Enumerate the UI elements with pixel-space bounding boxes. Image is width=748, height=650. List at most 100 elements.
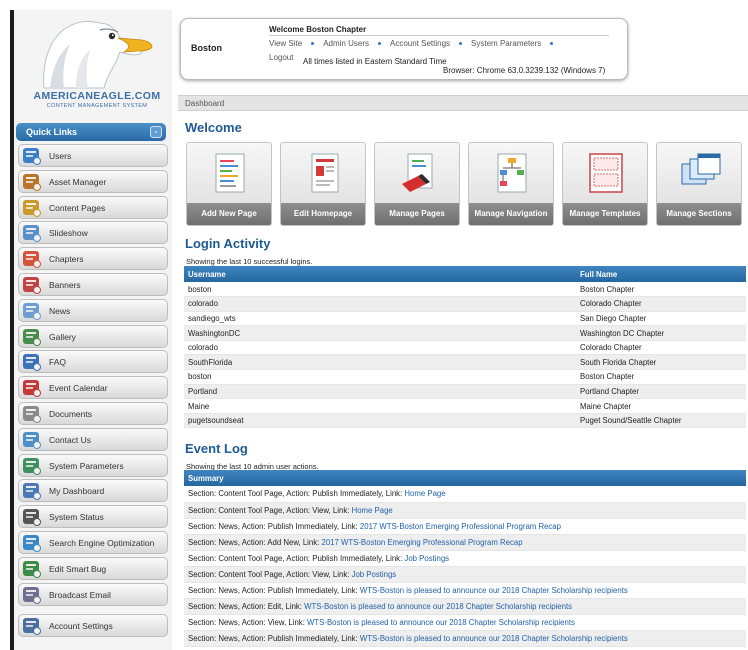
quick-link-asset-manager[interactable]: Asset Manager: [18, 169, 168, 193]
full-name-cell: Maine Chapter: [576, 398, 746, 414]
quick-link-news[interactable]: News: [18, 298, 168, 322]
eagle-logo-icon: [43, 20, 153, 89]
summary-cell: Section: News, Action: View, Link: WTS-B…: [184, 614, 746, 632]
quick-link-label: Edit Smart Bug: [49, 563, 107, 574]
username-cell: sandiego_wts: [184, 311, 576, 327]
summary-cell: Section: News, Action: Add New, Link: 20…: [184, 534, 746, 551]
brand-logo[interactable]: AMERICANEAGLE.COM CONTENT MANAGEMENT SYS…: [14, 10, 172, 110]
quick-link-label: Banners: [49, 279, 81, 290]
quick-link-label: Broadcast Email: [49, 589, 111, 600]
gallery-icon: [23, 328, 41, 346]
quick-link-label: Users: [49, 151, 72, 161]
welcome-message: Welcome Boston Chapter: [269, 25, 367, 34]
collapse-icon[interactable]: -: [150, 126, 162, 138]
event-link[interactable]: Job Postings: [352, 570, 397, 579]
quick-link-banners[interactable]: Banners: [18, 272, 168, 296]
table-row: Section: News, Action: Publish Immediate…: [184, 518, 746, 535]
table-row: Section: Content Tool Page, Action: View…: [184, 566, 746, 584]
full-name-cell: South Florida Chapter: [576, 354, 746, 371]
username-column-header[interactable]: Username: [184, 266, 576, 282]
event-summary-text: Section: News, Action: Publish Immediate…: [188, 521, 360, 531]
add-new-page-tile[interactable]: Add New Page: [186, 142, 272, 226]
manage-pages-tile[interactable]: Manage Pages: [374, 142, 460, 226]
table-row: boston Boston Chapter: [184, 282, 746, 298]
welcome-title: Welcome: [185, 120, 242, 135]
quick-link-documents[interactable]: Documents: [18, 401, 168, 425]
quick-link-search-engine-optimization[interactable]: Search Engine Optimization: [18, 530, 168, 554]
full-name-cell: Portland Chapter: [576, 384, 746, 400]
quick-links-header[interactable]: Quick Links -: [16, 123, 166, 141]
summary-column-header: Summary: [184, 470, 746, 486]
event-link[interactable]: WTS-Boston is pleased to announce our 20…: [360, 586, 628, 595]
add-page-icon: [215, 153, 245, 193]
quick-link-system-status[interactable]: System Status: [18, 505, 168, 529]
breadcrumb-dashboard[interactable]: Dashboard: [185, 99, 224, 108]
edit-homepage-tile[interactable]: Edit Homepage: [280, 142, 366, 226]
tile-label: Edit Homepage: [281, 203, 365, 225]
event-link[interactable]: Home Page: [404, 489, 445, 498]
quick-link-label: Asset Manager: [49, 176, 107, 187]
quick-link-gallery[interactable]: Gallery: [18, 324, 168, 348]
chapters-icon: [23, 251, 41, 269]
faq-icon: [23, 354, 41, 372]
table-row: Section: News, Action: Add New, Link: 20…: [184, 534, 746, 551]
table-row: SouthFlorida South Florida Chapter: [184, 354, 746, 371]
quick-link-slideshow[interactable]: Slideshow: [18, 221, 168, 245]
summary-cell: Section: Content Tool Page, Action: View…: [184, 502, 746, 519]
account-settings-icon: [23, 617, 41, 635]
nav-bullet-icon: [378, 42, 381, 46]
event-link[interactable]: 2017 WTS-Boston Emerging Professional Pr…: [360, 522, 561, 531]
quick-link-my-dashboard[interactable]: My Dashboard: [18, 479, 168, 503]
manage-sections-tile[interactable]: Manage Sections: [656, 142, 742, 226]
event-link[interactable]: WTS-Boston is pleased to announce our 20…: [307, 618, 575, 627]
view-site-link[interactable]: View Site: [269, 39, 302, 48]
manage-navigation-tile[interactable]: Manage Navigation: [468, 142, 554, 226]
quick-link-content-pages[interactable]: Content Pages: [18, 195, 168, 219]
full-name-cell: Puget Sound/Seattle Chapter: [576, 413, 746, 429]
full-name-cell: Boston Chapter: [576, 369, 746, 385]
full-name-column-header[interactable]: Full Name: [576, 266, 746, 282]
event-summary-text: Section: News, Action: Publish Immediate…: [188, 634, 360, 644]
table-row: Maine Maine Chapter: [184, 398, 746, 414]
event-link[interactable]: 2017 WTS-Boston Emerging Professional Pr…: [321, 538, 522, 547]
summary-cell: Section: News, Action: Publish Immediate…: [184, 630, 746, 648]
quick-link-chapters[interactable]: Chapters: [18, 247, 168, 271]
full-name-cell: Boston Chapter: [576, 282, 746, 298]
table-header-row: Summary: [184, 470, 746, 486]
content-pages-icon: [23, 199, 41, 217]
quick-link-account-settings[interactable]: Account Settings: [18, 613, 168, 637]
quick-link-edit-smart-bug[interactable]: Edit Smart Bug: [18, 556, 168, 580]
quick-links-title: Quick Links: [26, 127, 78, 137]
quick-link-contact-us[interactable]: Contact Us: [18, 427, 168, 451]
username-cell: boston: [184, 369, 576, 385]
event-link[interactable]: Job Postings: [404, 554, 449, 563]
quick-link-broadcast-email[interactable]: Broadcast Email: [18, 582, 168, 606]
header-nav: View Site Admin Users Account Settings Syst…: [269, 39, 562, 51]
account-settings-link[interactable]: Account Settings: [390, 39, 450, 48]
quick-link-system-parameters[interactable]: System Parameters: [18, 453, 168, 477]
quick-link-users[interactable]: Users: [18, 144, 168, 167]
quick-link-label: Content Pages: [49, 202, 106, 213]
manage-templates-tile[interactable]: Manage Templates: [562, 142, 648, 226]
table-row: WashingtonDC Washington DC Chapter: [184, 325, 746, 341]
quick-link-label: Slideshow: [49, 228, 88, 239]
summary-cell: Section: Content Tool Page, Action: Publ…: [184, 486, 746, 503]
table-row: Section: Content Tool Page, Action: View…: [184, 502, 746, 519]
admin-users-link[interactable]: Admin Users: [323, 39, 369, 48]
logout-link[interactable]: Logout: [269, 53, 293, 62]
event-link[interactable]: WTS-Boston is pleased to announce our 20…: [360, 634, 628, 643]
header-divider: [269, 35, 609, 36]
table-row: colorado Colorado Chapter: [184, 340, 746, 356]
quick-link-event-calendar[interactable]: Event Calendar: [18, 376, 168, 400]
event-link[interactable]: Home Page: [352, 506, 393, 515]
nav-bullet-icon: [311, 42, 315, 46]
tile-label: Manage Sections: [657, 203, 741, 225]
summary-cell: Section: News, Action: Edit, Link: WTS-B…: [184, 598, 746, 616]
event-link[interactable]: WTS-Boston is pleased to announce our 20…: [304, 602, 572, 611]
table-row: colorado Colorado Chapter: [184, 296, 746, 312]
system-parameters-link[interactable]: System Parameters: [471, 39, 541, 48]
quick-link-faq[interactable]: FAQ: [18, 350, 168, 374]
event-summary-text: Section: News, Action: Publish Immediate…: [188, 586, 360, 596]
quick-link-label: Documents: [49, 408, 92, 419]
quick-links-list: Users Asset Manager Content Pages Slideshow…: [18, 144, 168, 639]
